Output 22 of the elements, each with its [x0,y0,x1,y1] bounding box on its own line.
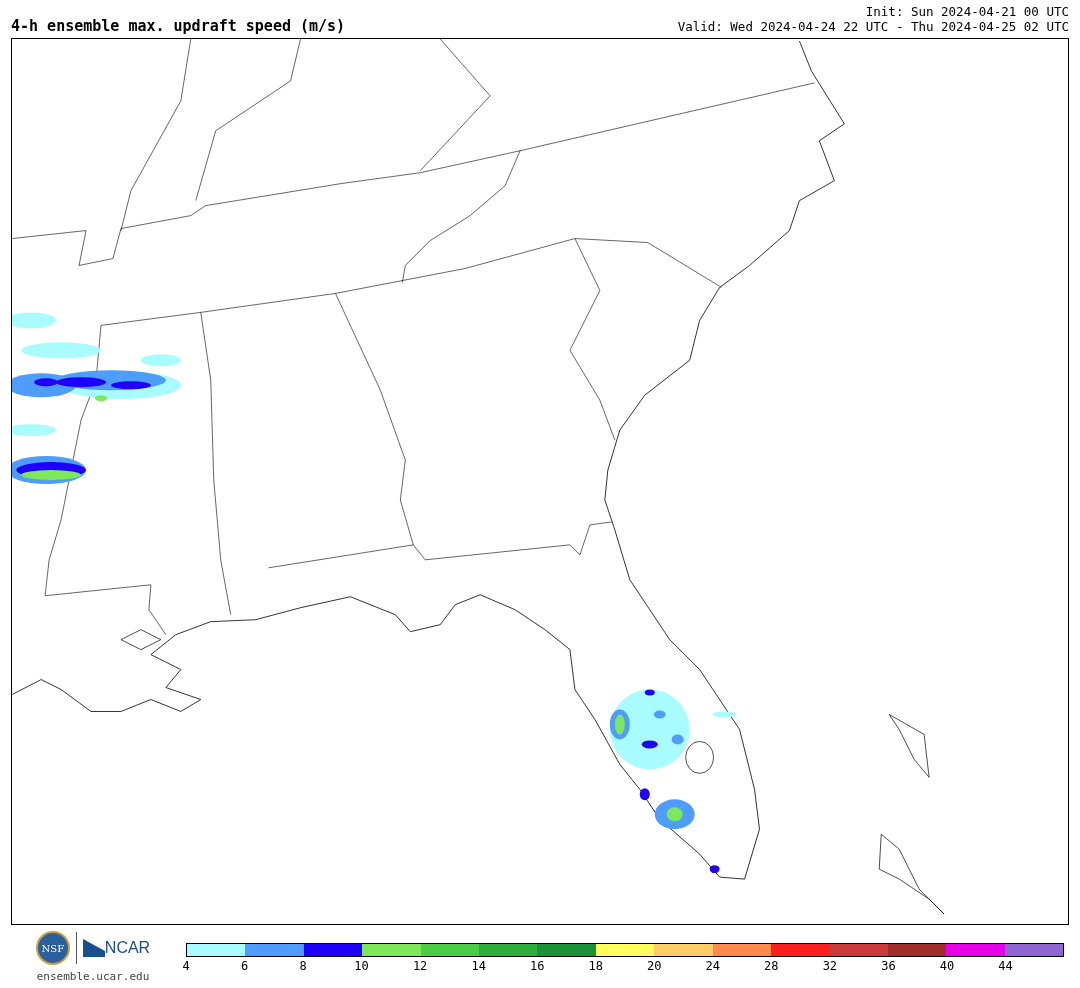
tick-label: 16 [529,960,545,972]
tick-label: 32 [822,960,838,972]
tick-label: 10 [354,960,369,972]
tick-label: 44 [998,960,1013,972]
tick-label: 40 [939,960,955,972]
tick-label: 18 [588,960,603,972]
chart-title: 4-h ensemble max. updraft speed (m/s) [11,19,346,34]
init-time: Init: Sun 2024-04-21 00 UTC [865,4,1069,19]
tick-label: 6 [240,960,249,972]
tick-label: 28 [764,960,779,972]
wave-logo-icon [82,939,105,957]
tick-label: 12 [412,960,428,972]
tick-label: 4 [182,960,190,972]
globe-logo: NSF [35,931,70,965]
tick-label: 36 [881,960,896,972]
tick-label: 20 [647,960,662,972]
valid-time: Valid: Wed 2024-04-24 22 UTC - Thu 2024-04-25 02 UTC [677,19,1069,34]
tick-label: 14 [471,960,486,972]
tick-label: 8 [299,960,307,972]
site-url: ensemble.ucar.edu [36,969,150,985]
logo-text: NCAR [104,940,151,956]
tick-label: 24 [705,960,720,972]
